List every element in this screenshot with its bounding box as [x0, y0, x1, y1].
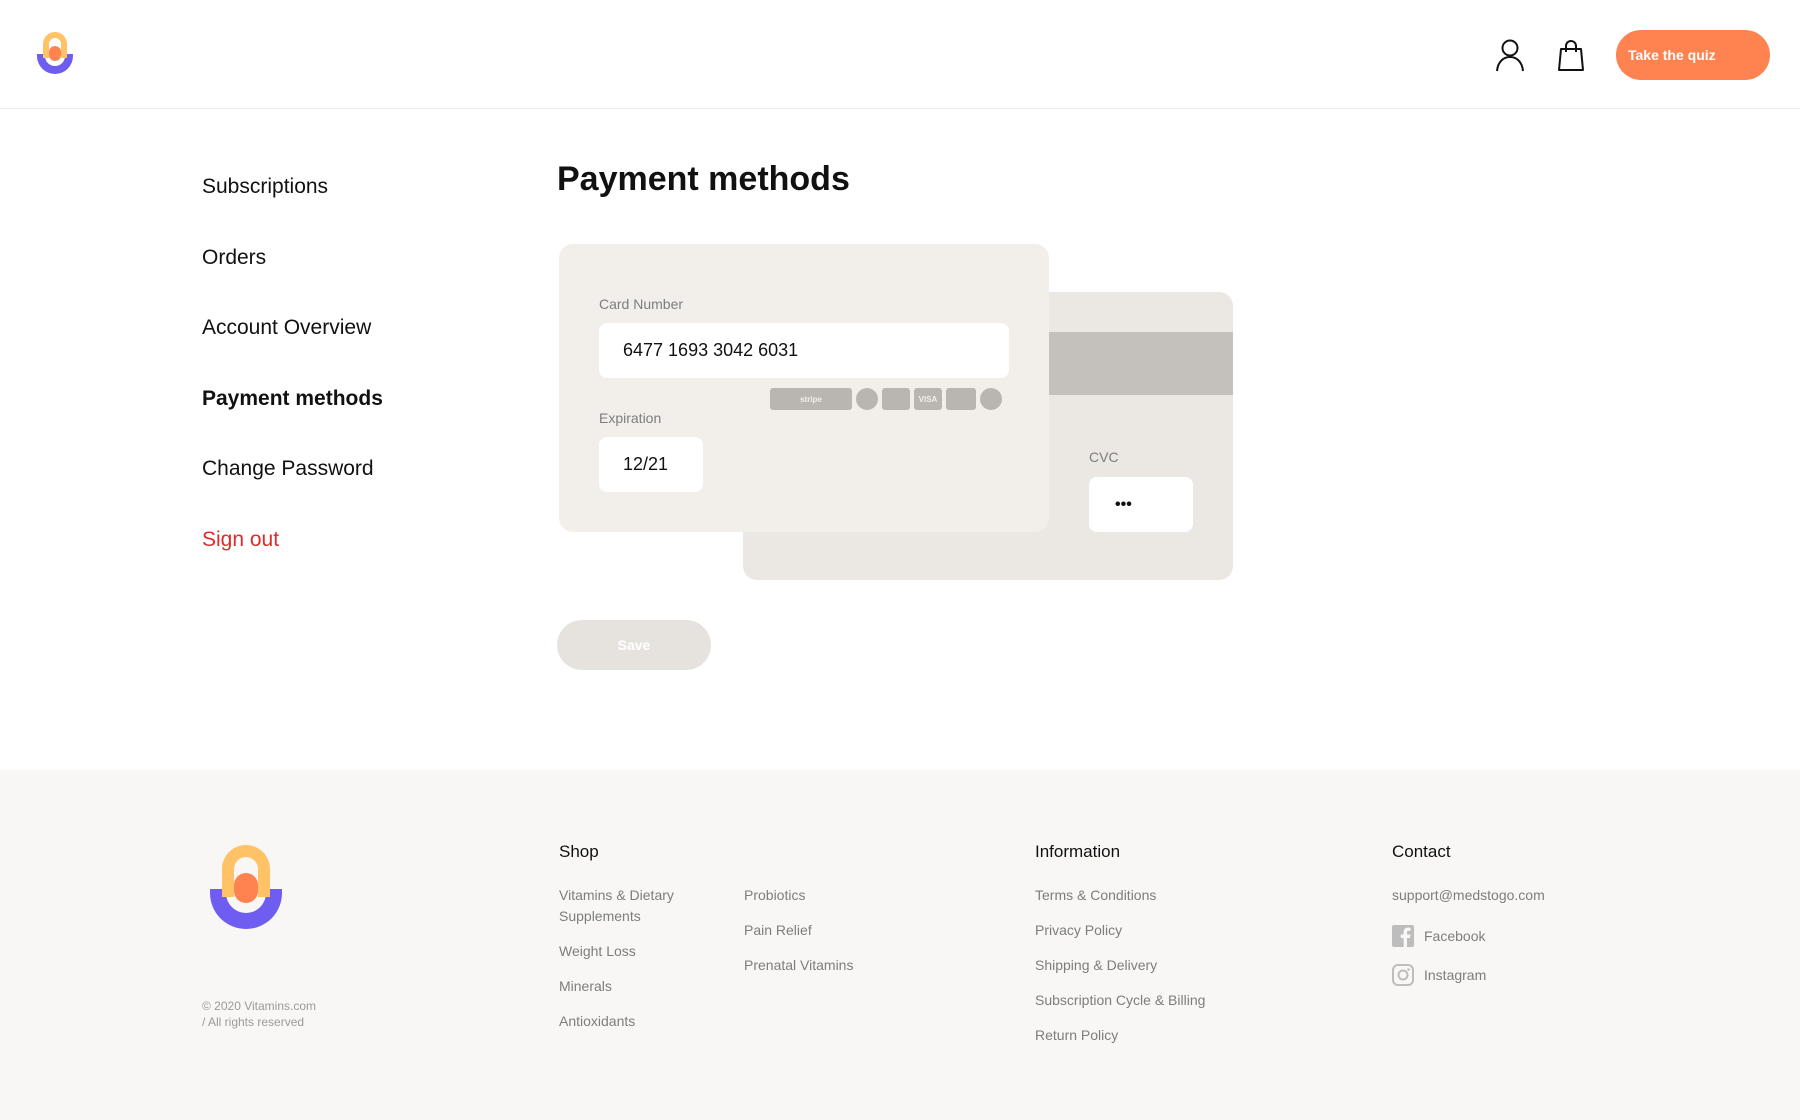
copyright-line-2: / All rights reserved	[202, 1015, 305, 1029]
card-number-label: Card Number	[599, 296, 684, 312]
footer-link-shipping[interactable]: Shipping & Delivery	[1035, 955, 1157, 976]
footer-link-privacy[interactable]: Privacy Policy	[1035, 920, 1122, 941]
instagram-icon	[1392, 964, 1414, 986]
norton-icon	[856, 388, 878, 410]
site-footer: © 2020 Vitamins.com / All rights reserve…	[0, 770, 1800, 1120]
save-button[interactable]: Save	[557, 620, 711, 670]
facebook-icon	[1392, 925, 1414, 947]
copyright: © 2020 Vitamins.com / All rights reserve…	[202, 998, 316, 1030]
instagram-link[interactable]: Instagram	[1392, 964, 1486, 986]
sidebar-item-payment-methods[interactable]: Payment methods	[202, 382, 383, 416]
sidebar-item-orders[interactable]: Orders	[202, 241, 383, 275]
payment-brand-badges: stripe VISA	[770, 388, 1002, 410]
footer-link-probiotics[interactable]: Probiotics	[744, 885, 805, 906]
shop-heading: Shop	[559, 842, 599, 861]
expiration-label: Expiration	[599, 410, 662, 426]
mastercard-icon	[882, 388, 910, 410]
footer-link-weight-loss[interactable]: Weight Loss	[559, 941, 636, 962]
contact-heading: Contact	[1392, 842, 1451, 861]
footer-link-terms[interactable]: Terms & Conditions	[1035, 885, 1156, 906]
stripe-badge: stripe	[770, 388, 852, 410]
copyright-line-1: © 2020 Vitamins.com	[202, 999, 317, 1013]
footer-logo-icon[interactable]	[202, 840, 290, 942]
contact-email-link[interactable]: support@medstogo.com	[1392, 885, 1545, 906]
footer-link-antioxidants[interactable]: Antioxidants	[559, 1011, 635, 1032]
footer-link-vitamins[interactable]: Vitamins & Dietary Supplements	[559, 885, 709, 927]
sidebar-item-subscriptions[interactable]: Subscriptions	[202, 170, 383, 204]
page-title: Payment methods	[557, 160, 850, 198]
sidebar-item-account-overview[interactable]: Account Overview	[202, 311, 383, 345]
card-number-field[interactable]: 6477 1693 3042 6031	[599, 323, 1009, 378]
take-quiz-button[interactable]: Take the quiz	[1616, 30, 1770, 80]
site-header: Take the quiz	[0, 0, 1800, 109]
user-icon[interactable]	[1494, 38, 1526, 72]
footer-link-minerals[interactable]: Minerals	[559, 976, 612, 997]
instagram-label: Instagram	[1424, 967, 1487, 983]
cvc-label: CVC	[1089, 449, 1119, 465]
footer-link-prenatal-vitamins[interactable]: Prenatal Vitamins	[744, 955, 853, 976]
sidebar-item-sign-out[interactable]: Sign out	[202, 523, 383, 557]
information-heading: Information	[1035, 842, 1121, 861]
visa-badge: VISA	[914, 388, 942, 410]
sidebar-item-change-password[interactable]: Change Password	[202, 452, 383, 486]
card-front-panel: Card Number 6477 1693 3042 6031 stripe V…	[559, 244, 1049, 532]
cvc-field[interactable]: •••	[1089, 477, 1193, 532]
logo-icon[interactable]	[33, 30, 77, 80]
amex-icon	[946, 388, 976, 410]
facebook-label: Facebook	[1424, 928, 1486, 944]
shopping-bag-icon[interactable]	[1555, 38, 1587, 72]
footer-link-subscription-billing[interactable]: Subscription Cycle & Billing	[1035, 990, 1205, 1011]
account-sidebar: Subscriptions Orders Account Overview Pa…	[202, 170, 383, 593]
expiration-field[interactable]: 12/21	[599, 437, 703, 492]
discover-icon	[980, 388, 1002, 410]
footer-link-return-policy[interactable]: Return Policy	[1035, 1025, 1118, 1046]
facebook-link[interactable]: Facebook	[1392, 925, 1485, 947]
footer-link-pain-relief[interactable]: Pain Relief	[744, 920, 812, 941]
